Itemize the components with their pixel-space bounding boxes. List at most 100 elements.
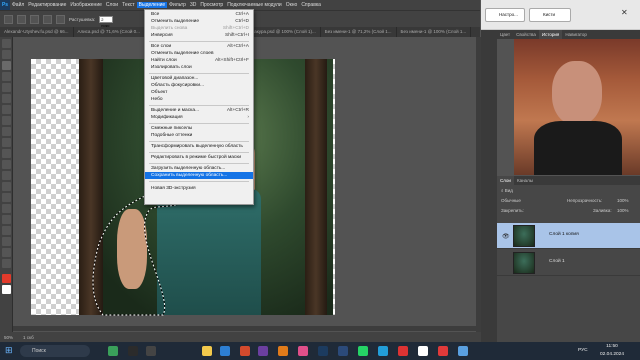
- tab-layers[interactable]: Слои: [497, 176, 514, 185]
- menu-color-range[interactable]: Цветовой диапазон...: [145, 75, 253, 82]
- doc-tab[interactable]: Сакура.psd @ 100% (Слой 1)...: [247, 27, 321, 37]
- menu-quick-mask[interactable]: Редактировать в режиме быстрой маски: [145, 154, 253, 161]
- menu-help[interactable]: Справка: [299, 2, 323, 8]
- marquee-tool-icon[interactable]: [2, 50, 11, 59]
- folder-icon[interactable]: [202, 346, 212, 356]
- menu-reselect[interactable]: Выделить снова Shift+Ctrl+D: [145, 25, 253, 32]
- menu-similar[interactable]: Подобные оттенки: [145, 132, 253, 139]
- doc-tab[interactable]: Без имени-1 @ 100% (Слой 1...: [397, 27, 472, 37]
- feather-input[interactable]: 2 пикс: [99, 15, 114, 28]
- menu-focus-area[interactable]: Область фокусировки...: [145, 82, 253, 89]
- layer-row-selected[interactable]: 👁 Слой 1 копия: [497, 223, 640, 249]
- clone-stamp-tool-icon[interactable]: [2, 138, 11, 147]
- taskbar-app-icon[interactable]: [338, 346, 348, 356]
- language-indicator[interactable]: РУС: [578, 348, 588, 353]
- magic-wand-tool-icon[interactable]: [2, 72, 11, 81]
- menu-3d[interactable]: 3D: [188, 2, 198, 8]
- menu-isolate-layers[interactable]: Изолировать слои: [145, 64, 253, 71]
- menu-edit[interactable]: Редактирование: [26, 2, 68, 8]
- menu-sky[interactable]: Небо: [145, 96, 253, 103]
- telegram-icon[interactable]: [378, 346, 388, 356]
- blur-tool-icon[interactable]: [2, 182, 11, 191]
- frame-tool-icon[interactable]: [2, 94, 11, 103]
- menu-subject[interactable]: Объект: [145, 89, 253, 96]
- menu-select-and-mask[interactable]: Выделение и маска... Alt+Ctrl+R: [145, 107, 253, 114]
- taskbar-app-icon[interactable]: [240, 346, 250, 356]
- tab-properties[interactable]: Свойства: [513, 30, 539, 39]
- menu-view[interactable]: Просмотр: [198, 2, 225, 8]
- menu-layers[interactable]: Слои: [104, 2, 120, 8]
- add-selection-icon[interactable]: [30, 14, 39, 24]
- background-color-swatch[interactable]: [2, 285, 11, 294]
- intersect-selection-icon[interactable]: [56, 14, 65, 24]
- taskbar-search[interactable]: Поиск: [20, 345, 90, 357]
- browser-icon[interactable]: [220, 346, 230, 356]
- doc-tab[interactable]: Alexandr-Utyshev.fu.psd @ 66...: [0, 27, 74, 37]
- tab-channels[interactable]: Каналы: [514, 176, 536, 185]
- menu-all-layers[interactable]: Все слои Alt+Ctrl+A: [145, 43, 253, 50]
- taskbar-app-icon[interactable]: [258, 346, 268, 356]
- eye-icon[interactable]: 👁: [502, 233, 510, 240]
- close-icon[interactable]: ✕: [621, 8, 628, 17]
- foreground-color-swatch[interactable]: [2, 274, 11, 283]
- tab-color[interactable]: Цвет: [497, 30, 513, 39]
- path-selection-tool-icon[interactable]: [2, 226, 11, 235]
- fill-value[interactable]: 100%: [617, 207, 629, 215]
- taskbar-app-icon[interactable]: [146, 346, 156, 356]
- menu-modify[interactable]: Модификация ›: [145, 114, 253, 121]
- horizontal-scrollbar[interactable]: [13, 326, 476, 331]
- menu-filter[interactable]: Фильтр: [167, 2, 188, 8]
- brush-tool-icon[interactable]: [2, 127, 11, 136]
- eyedropper-tool-icon[interactable]: [2, 105, 11, 114]
- menu-select[interactable]: Выделение: [136, 2, 168, 8]
- menu-inverse[interactable]: Инверсия Shift+Ctrl+I: [145, 32, 253, 39]
- taskbar-app-icon[interactable]: [458, 346, 468, 356]
- new-selection-icon[interactable]: [17, 14, 26, 24]
- menu-grow[interactable]: Смежные пикселы: [145, 125, 253, 132]
- pen-tool-icon[interactable]: [2, 204, 11, 213]
- menu-load-selection[interactable]: Загрузить выделенную область...: [145, 165, 253, 172]
- system-clock[interactable]: 11:50 02.04.2024: [592, 343, 632, 359]
- layer-filter-kind[interactable]: Вид: [505, 188, 513, 193]
- taskbar-app-icon[interactable]: [438, 346, 448, 356]
- whatsapp-icon[interactable]: [358, 346, 368, 356]
- menu-plugins[interactable]: Подключаемые модули: [225, 2, 283, 8]
- menu-new-3d-extrusion[interactable]: Новая 3D-экструзия: [145, 185, 253, 192]
- lasso-tool-icon[interactable]: [2, 61, 11, 70]
- zoom-tool-icon[interactable]: [2, 259, 11, 268]
- taskbar-app-icon[interactable]: [108, 346, 118, 356]
- eraser-tool-icon[interactable]: [2, 160, 11, 169]
- photoshop-logo[interactable]: Ps: [0, 0, 10, 10]
- zoom-level[interactable]: 50%: [4, 335, 13, 340]
- hand-tool-icon[interactable]: [2, 248, 11, 257]
- menu-deselect[interactable]: Отменить выделение Ctrl+D: [145, 18, 253, 25]
- menu-transform-selection[interactable]: Трансформировать выделенную область: [145, 143, 253, 150]
- tab-navigator[interactable]: Навигатор: [562, 30, 590, 39]
- type-tool-icon[interactable]: [2, 215, 11, 224]
- menu-file[interactable]: Файл: [10, 2, 26, 8]
- gradient-tool-icon[interactable]: [2, 171, 11, 180]
- healing-brush-tool-icon[interactable]: [2, 116, 11, 125]
- dodge-tool-icon[interactable]: [2, 193, 11, 202]
- taskbar-app-icon[interactable]: [298, 346, 308, 356]
- photoshop-taskbar-icon[interactable]: [318, 346, 328, 356]
- brushes-button[interactable]: Кисти: [529, 8, 571, 22]
- opacity-value[interactable]: 100%: [617, 197, 629, 205]
- lasso-tool-preset[interactable]: [4, 14, 13, 24]
- windows-start-icon[interactable]: ⊞: [5, 345, 13, 356]
- doc-tab[interactable]: Без имени-1 @ 71,2% (Слой 1...: [321, 27, 397, 37]
- taskbar-app-icon[interactable]: [278, 346, 288, 356]
- menu-image[interactable]: Изображение: [68, 2, 104, 8]
- blend-mode-select[interactable]: Обычные: [501, 198, 521, 203]
- tab-history[interactable]: История: [538, 30, 563, 39]
- shape-tool-icon[interactable]: [2, 237, 11, 246]
- menu-save-selection[interactable]: Сохранить выделенную область...: [145, 172, 253, 179]
- move-tool-icon[interactable]: [2, 39, 11, 48]
- menu-window[interactable]: Окно: [284, 2, 300, 8]
- taskbar-app-icon[interactable]: [418, 346, 428, 356]
- crop-tool-icon[interactable]: [2, 83, 11, 92]
- adjustments-button[interactable]: Настро...: [485, 8, 525, 22]
- menu-text[interactable]: Текст: [120, 2, 137, 8]
- subtract-selection-icon[interactable]: [43, 14, 52, 24]
- menu-select-all[interactable]: Все Ctrl+A: [145, 11, 253, 18]
